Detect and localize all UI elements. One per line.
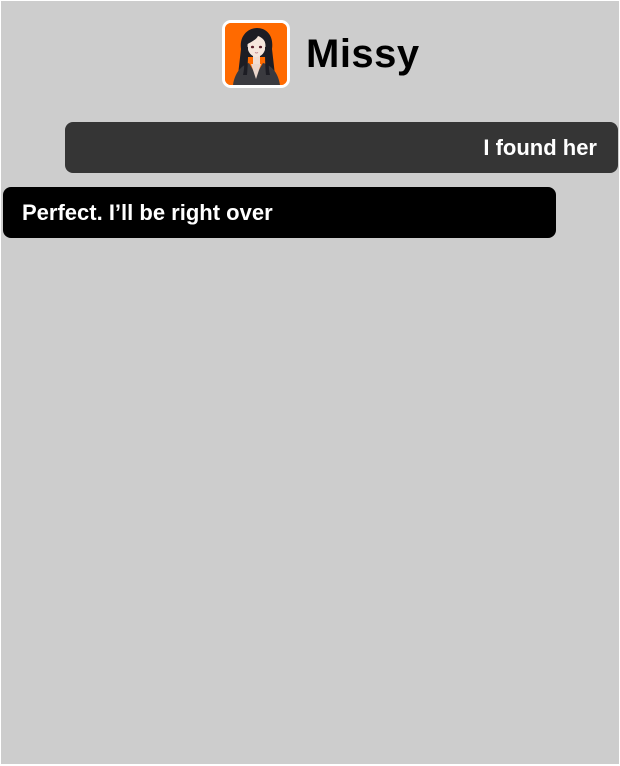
chat-header: Missy: [222, 20, 420, 88]
message-text: Perfect. I’ll be right over: [22, 199, 273, 225]
chat-screen: Missy I found her Perfect. I’ll be right…: [1, 1, 619, 764]
anime-girl-portrait-icon: [225, 23, 287, 85]
message-text: I found her: [483, 134, 597, 160]
message-bubble-received[interactable]: Perfect. I’ll be right over: [3, 187, 556, 238]
message-bubble-sent[interactable]: I found her: [65, 122, 618, 173]
contact-name: Missy: [306, 31, 420, 76]
contact-avatar[interactable]: [222, 20, 290, 88]
